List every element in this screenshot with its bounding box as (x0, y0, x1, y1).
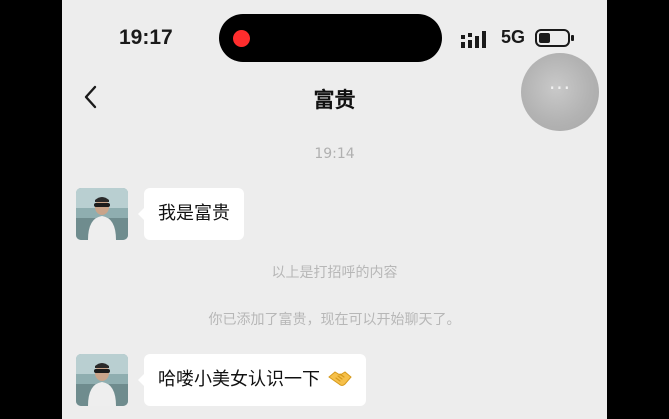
chat-screen: 19:17 5G 富贵 ··· 19:14 我是富贵 以上是打招呼的内容 你已添… (62, 0, 607, 419)
system-notice: 你已添加了富贵，现在可以开始聊天了。 (208, 312, 461, 328)
avatar[interactable] (76, 354, 128, 406)
message-text: 我是富贵 (158, 203, 230, 224)
more-button[interactable]: ··· (521, 53, 599, 131)
dynamic-island (219, 14, 442, 62)
battery-icon (535, 29, 574, 47)
avatar-photo (76, 188, 128, 240)
avatar-photo (76, 354, 128, 406)
signal-bars-icon (461, 31, 486, 48)
system-notice: 以上是打招呼的内容 (271, 265, 398, 281)
network-type-label: 5G (501, 27, 526, 47)
avatar[interactable] (76, 188, 128, 240)
message-bubble[interactable]: 我是富贵 (138, 188, 244, 240)
message-bubble[interactable]: 哈喽小美女认识一下 (138, 354, 366, 406)
more-dots-icon: ··· (548, 76, 572, 100)
recording-dot-icon (233, 30, 250, 47)
message-text: 哈喽小美女认识一下 (158, 369, 320, 390)
status-time: 19:17 (119, 26, 173, 49)
handshake-emoji-icon (327, 371, 352, 386)
message-timestamp: 19:14 (314, 146, 355, 162)
